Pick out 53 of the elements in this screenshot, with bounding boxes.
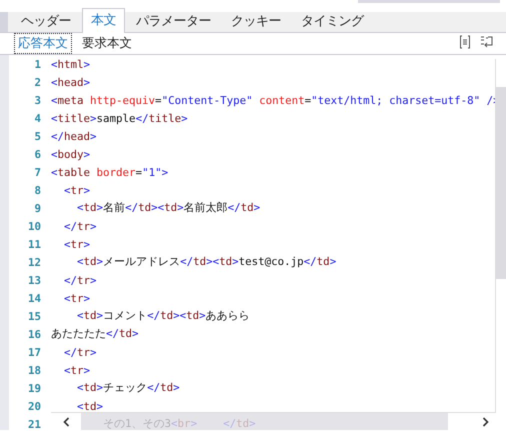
line-number: 4 xyxy=(33,112,42,124)
line-number: 3 xyxy=(33,94,42,106)
line-number: 10 xyxy=(26,220,42,232)
code-line: <td>メールアドレス</td><td>test@co.jp</td> xyxy=(77,255,336,269)
tab[interactable]: クッキー xyxy=(222,9,290,33)
tab[interactable]: ヘッダー xyxy=(12,9,80,33)
tab[interactable]: 本文 xyxy=(82,8,125,33)
code-line: </tr> xyxy=(64,274,97,286)
subtab[interactable]: 要求本文 xyxy=(78,33,136,54)
line-number: 15 xyxy=(26,310,42,322)
line-number: 18 xyxy=(26,364,42,376)
line-number: 14 xyxy=(26,292,42,304)
subtab[interactable]: 応答本文 xyxy=(14,33,72,54)
code-line: <html> xyxy=(51,58,90,70)
code-line: <table border="1"> xyxy=(51,166,168,178)
line-number: 1 xyxy=(33,58,42,70)
code-line: <body> xyxy=(51,148,90,160)
line-number: 5 xyxy=(33,130,42,142)
code-line: <tr> xyxy=(64,292,90,304)
tab[interactable]: パラメーター xyxy=(127,9,220,33)
code-line: あたたたた</td> xyxy=(51,327,139,341)
line-number: 7 xyxy=(33,166,42,178)
code-line: <head> xyxy=(51,76,90,88)
line-number: 13 xyxy=(26,274,42,286)
code-line: <td> xyxy=(77,400,104,412)
code-line: </tr> xyxy=(64,346,97,358)
line-number: 20 xyxy=(26,400,42,412)
line-number: 6 xyxy=(33,148,42,160)
code-line: <td>名前</td><td>名前太郎</td> xyxy=(77,201,260,215)
code-line: <tr> xyxy=(64,364,90,376)
tab[interactable]: タイミング xyxy=(292,9,372,33)
code-line: </tr> xyxy=(64,220,97,232)
line-number: 12 xyxy=(26,256,42,268)
code-line: <tr> xyxy=(64,238,90,250)
line-number: 8 xyxy=(33,184,42,196)
line-number: 2 xyxy=(33,76,42,88)
word-wrap-icon[interactable] xyxy=(479,35,494,49)
code-line: <td>チェック</td> xyxy=(77,381,180,395)
code-line: </head> xyxy=(51,130,97,142)
line-number: 9 xyxy=(33,202,42,214)
scrollbar-thumb[interactable] xyxy=(81,413,448,430)
format-braces-icon[interactable] xyxy=(459,35,471,49)
code-line: <tr> xyxy=(64,184,90,196)
code-line: <title>sample</title> xyxy=(51,112,188,124)
scroll-left-icon[interactable] xyxy=(62,416,70,426)
line-number: 11 xyxy=(26,238,42,250)
scroll-right-icon[interactable] xyxy=(482,416,489,426)
line-number: 21 xyxy=(26,418,42,430)
code-line: <td>コメント</td><td>ああらら xyxy=(77,309,250,323)
line-number: 17 xyxy=(26,346,42,358)
scrollbar-thumb[interactable] xyxy=(496,87,506,279)
line-number: 19 xyxy=(26,382,42,394)
line-number: 16 xyxy=(26,328,42,340)
